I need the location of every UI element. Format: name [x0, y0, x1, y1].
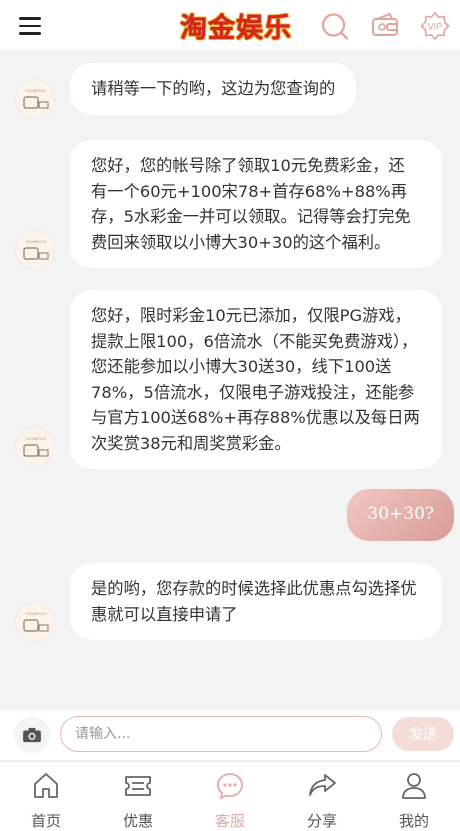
- send-button[interactable]: 发送: [392, 717, 454, 751]
- message-input[interactable]: [60, 716, 382, 752]
- svg-text:TAOJINYULE: TAOJINYULE: [25, 612, 47, 616]
- message-bubble-agent: 请稍等一下的哟，这边为您查询的: [70, 63, 357, 115]
- chat-icon: [217, 773, 243, 800]
- logo-text: 淘金娱乐: [180, 12, 292, 44]
- tab-label: 优惠: [122, 812, 153, 830]
- svg-text:TAOJINYULE: TAOJINYULE: [25, 89, 47, 93]
- vip-label: VIP: [428, 22, 443, 32]
- agent-avatar: TAOJINYULE: [15, 602, 55, 642]
- search-icon[interactable]: [320, 11, 350, 41]
- agent-avatar: TAOJINYULE: [15, 230, 55, 270]
- tab-home[interactable]: 首页: [0, 762, 92, 831]
- message-bubble-agent: 您好，限时彩金10元已添加，仅限PG游戏，提款上限100，6倍流水（不能买免费游…: [70, 290, 442, 469]
- message-text: 您好，您的帐号除了领取10元免费彩金，还有一个60元+100宋78+首存68%+…: [91, 156, 411, 252]
- brand-logo[interactable]: 淘金娱乐: [176, 4, 296, 46]
- message-bubble-user: 30+30?: [347, 489, 454, 541]
- tab-promotions[interactable]: 优惠: [92, 762, 184, 831]
- vip-icon[interactable]: VIP: [420, 11, 450, 41]
- svg-text:TAOJINYULE: TAOJINYULE: [25, 437, 47, 441]
- app-header: 淘金娱乐 VIP: [0, 0, 460, 52]
- tab-customer-service[interactable]: 客服: [184, 762, 276, 831]
- bottom-tab-bar: 首页 优惠 客服 分享 我的: [0, 761, 460, 831]
- message-text: 是的哟，您存款的时候选择此优惠点勾选择优惠就可以直接申请了: [91, 579, 417, 624]
- message-text: 您好，限时彩金10元已添加，仅限PG游戏，提款上限100，6倍流水（不能买免费游…: [91, 306, 420, 453]
- wallet-icon[interactable]: [370, 11, 400, 41]
- message-text: 30+30?: [367, 504, 434, 524]
- menu-icon[interactable]: [19, 17, 41, 35]
- tab-share[interactable]: 分享: [276, 762, 368, 831]
- message-input-bar: 发送: [0, 708, 460, 760]
- tab-label: 分享: [306, 812, 337, 830]
- agent-avatar: TAOJINYULE: [15, 427, 55, 467]
- camera-icon[interactable]: [14, 717, 50, 753]
- user-icon: [402, 773, 426, 799]
- tab-label: 客服: [214, 812, 245, 830]
- message-bubble-agent: 您好，您的帐号除了领取10元免费彩金，还有一个60元+100宋78+首存68%+…: [70, 140, 442, 268]
- message-bubble-agent: 是的哟，您存款的时候选择此优惠点勾选择优惠就可以直接申请了: [70, 563, 442, 640]
- agent-avatar: TAOJINYULE: [15, 79, 55, 119]
- tab-label: 首页: [30, 812, 61, 830]
- chat-area[interactable]: TAOJINYULE 请稍等一下的哟，这边为您查询的 TAOJINYULE 您好…: [0, 52, 460, 708]
- tab-profile[interactable]: 我的: [368, 762, 460, 831]
- tab-label: 我的: [398, 812, 429, 830]
- svg-text:TAOJINYULE: TAOJINYULE: [25, 240, 47, 244]
- home-icon: [34, 773, 58, 798]
- message-text: 请稍等一下的哟，这边为您查询的: [91, 79, 336, 98]
- ticket-icon: [125, 776, 151, 796]
- share-icon: [309, 774, 336, 796]
